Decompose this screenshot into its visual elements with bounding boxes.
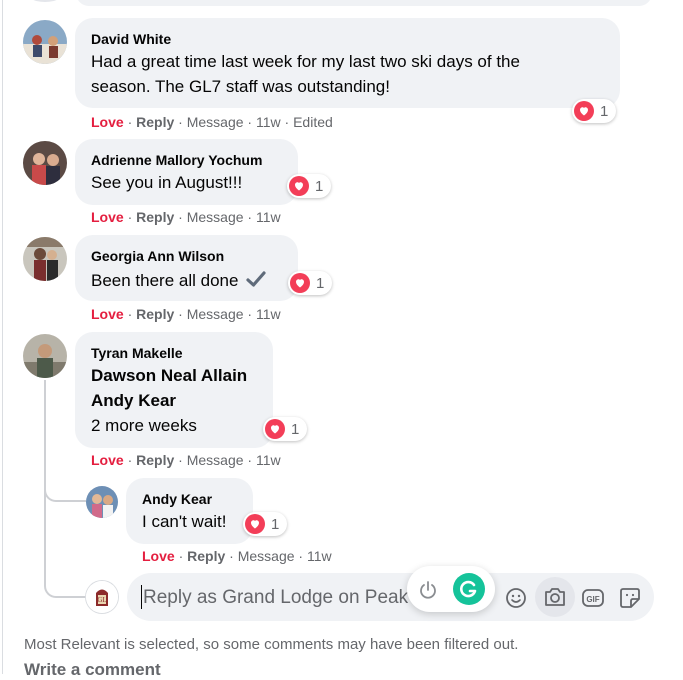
- comment-author[interactable]: David White: [91, 31, 171, 47]
- timestamp[interactable]: 11w: [256, 209, 281, 225]
- heart-icon: [289, 176, 309, 196]
- avatar[interactable]: [23, 237, 67, 281]
- avatar[interactable]: [23, 334, 67, 378]
- comment-actions: Love · Reply · Message · 11w: [91, 209, 281, 225]
- reply-link[interactable]: Reply: [136, 209, 174, 225]
- checkmark-emoji: [245, 269, 267, 294]
- comment-actions: Love · Reply · Message · 11w: [142, 548, 332, 564]
- heart-icon: [574, 101, 594, 121]
- timestamp[interactable]: 11w: [256, 114, 281, 130]
- love-link[interactable]: Love: [142, 548, 175, 564]
- reaction-count: 1: [316, 274, 325, 292]
- reaction-summary[interactable]: 1: [288, 271, 333, 295]
- message-link[interactable]: Message: [187, 114, 244, 130]
- mention-tag[interactable]: Andy Kear: [91, 391, 176, 411]
- love-link[interactable]: Love: [91, 452, 124, 468]
- comment-actions: Love · Reply · Message · 11w: [91, 452, 281, 468]
- comment-actions: Love · Reply · Message · 11w: [91, 306, 281, 322]
- avatar[interactable]: [23, 20, 67, 64]
- camera-icon[interactable]: [535, 577, 575, 617]
- edited-label[interactable]: Edited: [293, 114, 333, 130]
- smiley-icon[interactable]: [503, 585, 529, 611]
- previous-comment-bubble: [76, 0, 652, 6]
- avatar[interactable]: [86, 486, 118, 518]
- message-link[interactable]: Message: [187, 452, 244, 468]
- message-link[interactable]: Message: [187, 306, 244, 322]
- thread-branch-reply: [44, 478, 86, 502]
- love-link[interactable]: Love: [91, 209, 124, 225]
- heart-icon: [290, 273, 310, 293]
- reaction-count: 1: [271, 515, 280, 533]
- reaction-summary[interactable]: 1: [263, 417, 308, 441]
- power-icon[interactable]: [417, 579, 439, 601]
- timestamp[interactable]: 11w: [307, 548, 332, 564]
- comment-text-line-1: Had a great time last week for my last t…: [91, 52, 520, 71]
- reaction-count: 1: [315, 177, 324, 195]
- comment-text: 2 more weeks: [91, 416, 197, 435]
- avatar[interactable]: [23, 141, 67, 185]
- comment-author[interactable]: Tyran Makelle: [91, 345, 183, 361]
- page-avatar[interactable]: GL: [86, 581, 118, 613]
- reply-link[interactable]: Reply: [187, 548, 225, 564]
- comment-text-body: Been there all done: [91, 271, 239, 290]
- comment-text: See you in August!!!: [91, 173, 243, 192]
- comment-author[interactable]: Andy Kear: [142, 491, 212, 507]
- previous-avatar: [24, 0, 66, 2]
- mention-tag[interactable]: Dawson Neal Allain: [91, 366, 247, 386]
- svg-text:GIF: GIF: [586, 595, 599, 604]
- love-link[interactable]: Love: [91, 306, 124, 322]
- reaction-count: 1: [600, 102, 609, 120]
- comment-author[interactable]: Georgia Ann Wilson: [91, 248, 224, 264]
- svg-text:GL: GL: [97, 596, 106, 604]
- heart-icon: [245, 514, 265, 534]
- comment-text-line-2: season. The GL7 staff was outstanding!: [91, 77, 390, 96]
- reply-link[interactable]: Reply: [136, 306, 174, 322]
- reaction-count: 1: [291, 420, 300, 438]
- comment-text: I can't wait!: [142, 512, 227, 531]
- love-link[interactable]: Love: [91, 114, 124, 130]
- reply-placeholder: Reply as Grand Lodge on Peak: [143, 587, 409, 608]
- grammarly-panel: [407, 566, 495, 612]
- timestamp[interactable]: 11w: [256, 306, 281, 322]
- sticker-icon[interactable]: [616, 584, 644, 612]
- message-link[interactable]: Message: [187, 209, 244, 225]
- thread-line-lower: [44, 498, 46, 578]
- reply-bubble: [126, 478, 253, 544]
- write-comment-label[interactable]: Write a comment: [24, 660, 161, 680]
- reaction-summary[interactable]: 1: [287, 174, 332, 198]
- text-caret: [141, 585, 142, 609]
- comment-bubble: [75, 139, 298, 205]
- grammarly-icon[interactable]: [453, 573, 485, 605]
- reply-input[interactable]: Reply as Grand Lodge on Peak GIF: [127, 573, 654, 621]
- reaction-summary[interactable]: 1: [572, 99, 617, 123]
- thread-branch-input: [44, 574, 86, 598]
- comment-text: Been there all done: [91, 269, 267, 294]
- reaction-summary[interactable]: 1: [243, 512, 288, 536]
- comment-actions: Love · Reply · Message · 11w · Edited: [91, 114, 333, 130]
- reply-link[interactable]: Reply: [136, 114, 174, 130]
- timestamp[interactable]: 11w: [256, 452, 281, 468]
- message-link[interactable]: Message: [238, 548, 295, 564]
- comment-author[interactable]: Adrienne Mallory Yochum: [91, 152, 262, 168]
- filter-note: Most Relevant is selected, so some comme…: [24, 636, 519, 653]
- gif-icon[interactable]: GIF: [579, 584, 607, 612]
- reply-link[interactable]: Reply: [136, 452, 174, 468]
- left-border: [2, 0, 3, 674]
- heart-icon: [265, 419, 285, 439]
